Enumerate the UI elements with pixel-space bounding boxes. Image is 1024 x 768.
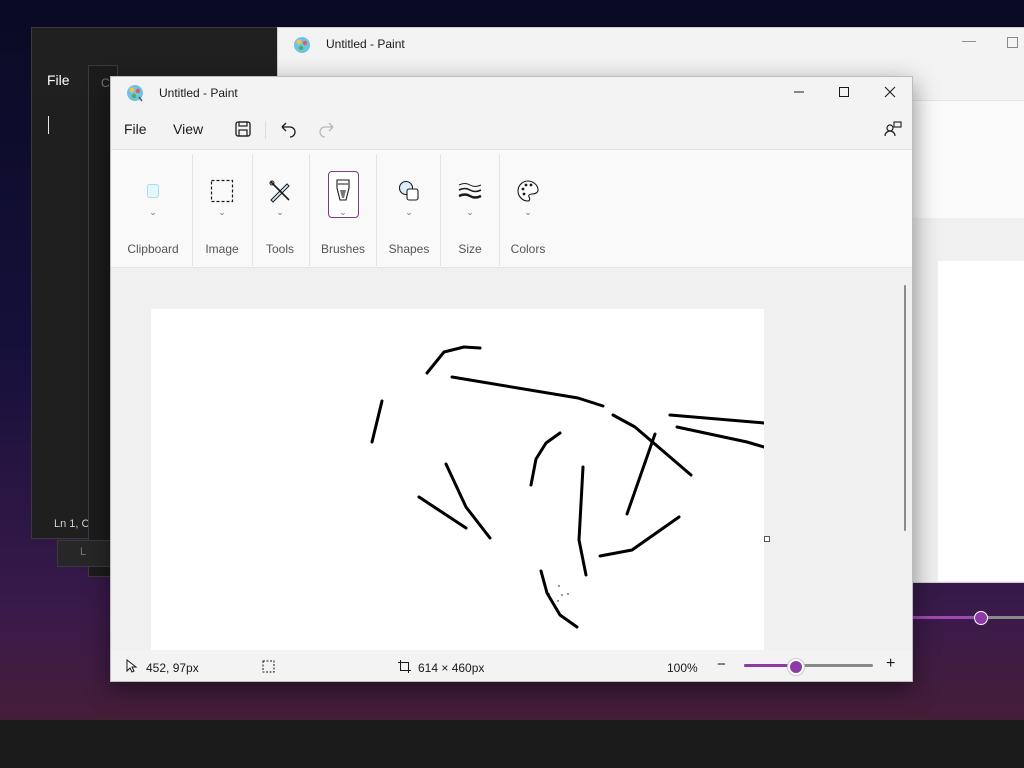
background-maximize-icon[interactable] — [1007, 37, 1018, 48]
editor-file-menu[interactable]: File — [47, 72, 70, 88]
ribbon-divider — [376, 154, 377, 266]
status-bar: 452, 97px 614 × 460px 100% − + — [111, 650, 912, 681]
file-menu[interactable]: File — [124, 121, 147, 137]
zoom-in-button[interactable]: + — [886, 655, 895, 673]
shapes-group[interactable]: ⌄ Shapes — [379, 150, 439, 268]
account-icon[interactable] — [882, 118, 904, 140]
image-group[interactable]: ⌄ Image — [195, 150, 249, 268]
background-canvas — [938, 261, 1024, 581]
background-zoom-thumb[interactable] — [974, 611, 988, 625]
background-minimize-icon[interactable]: — — [962, 32, 976, 48]
shapes-label: Shapes — [388, 242, 430, 256]
ribbon-divider — [252, 154, 253, 266]
window-title: Untitled - Paint — [159, 86, 238, 100]
canvas-size-icon — [398, 660, 411, 676]
canvas-size: 614 × 460px — [418, 661, 485, 675]
brushes-label: Brushes — [320, 242, 366, 256]
clipboard-group[interactable]: ⌄ Clipboard — [119, 150, 187, 268]
ribbon: ⌄ Clipboard ⌄ Image ⌄ Tools ⌄ Brushes ⌄ … — [111, 149, 912, 268]
text-caret — [48, 116, 49, 134]
undo-icon[interactable] — [277, 118, 299, 140]
cursor-position: 452, 97px — [146, 661, 199, 675]
editor-status: Ln 1, C — [54, 518, 90, 530]
background-zoom-track — [985, 616, 1024, 619]
size-label: Size — [458, 242, 482, 256]
chevron-down-icon[interactable]: ⌄ — [218, 207, 226, 218]
canvas-drawing — [370, 345, 764, 629]
paint-window[interactable]: Untitled - Paint File View ⌄ Clipboard ⌄… — [110, 76, 913, 682]
clipboard-label: Clipboard — [127, 242, 179, 256]
editor-tab-partial: C — [101, 76, 110, 90]
minimize-icon — [794, 91, 804, 93]
colors-group[interactable]: ⌄ Colors — [501, 150, 555, 268]
tools-icon[interactable] — [264, 176, 296, 206]
menu-bar: File View — [111, 109, 912, 149]
maximize-icon — [839, 87, 849, 97]
size-group[interactable]: ⌄ Size — [443, 150, 497, 268]
vertical-scrollbar[interactable] — [904, 285, 906, 531]
pointer-icon — [126, 658, 138, 676]
view-menu[interactable]: View — [173, 121, 203, 137]
zoom-out-button[interactable]: − — [717, 656, 726, 673]
editor-status-partial: L — [80, 546, 87, 558]
save-icon[interactable] — [232, 118, 254, 140]
drawing-canvas[interactable] — [151, 309, 764, 650]
background-paint-title: Untitled - Paint — [326, 37, 405, 51]
chevron-down-icon[interactable]: ⌄ — [339, 207, 347, 218]
toolbar-divider — [265, 121, 266, 139]
brushes-group[interactable]: ⌄ Brushes — [313, 150, 373, 268]
chevron-down-icon[interactable]: ⌄ — [276, 207, 284, 218]
canvas-resize-handle[interactable] — [764, 536, 770, 542]
paint-logo-icon — [293, 36, 311, 59]
select-rectangle-icon[interactable] — [206, 176, 238, 206]
paint-logo-icon — [126, 84, 144, 107]
tools-group[interactable]: ⌄ Tools — [255, 150, 305, 268]
brush-icon[interactable] — [327, 176, 359, 206]
canvas-workspace — [111, 268, 912, 650]
ribbon-divider — [499, 154, 500, 266]
chevron-down-icon[interactable]: ⌄ — [405, 207, 413, 218]
stroke-size-icon[interactable] — [454, 176, 486, 206]
close-icon — [884, 86, 896, 98]
chevron-down-icon[interactable]: ⌄ — [524, 207, 532, 218]
ribbon-divider — [440, 154, 441, 266]
shapes-icon[interactable] — [393, 176, 425, 206]
colors-label: Colors — [510, 242, 546, 256]
maximize-button[interactable] — [821, 77, 867, 107]
chevron-down-icon[interactable]: ⌄ — [466, 207, 474, 218]
ribbon-divider — [192, 154, 193, 266]
selection-size-icon — [262, 660, 275, 676]
tools-label: Tools — [265, 242, 294, 256]
ribbon-divider — [309, 154, 310, 266]
clipboard-icon[interactable] — [137, 176, 169, 206]
minimize-button[interactable] — [776, 77, 822, 107]
zoom-level[interactable]: 100% — [667, 661, 698, 675]
taskbar — [0, 720, 1024, 768]
palette-icon[interactable] — [512, 176, 544, 206]
chevron-down-icon[interactable]: ⌄ — [149, 207, 157, 218]
zoom-slider-thumb[interactable] — [788, 659, 804, 675]
redo-icon[interactable] — [316, 118, 338, 140]
image-label: Image — [205, 242, 239, 256]
close-button[interactable] — [867, 77, 913, 107]
title-bar[interactable]: Untitled - Paint — [111, 77, 912, 109]
